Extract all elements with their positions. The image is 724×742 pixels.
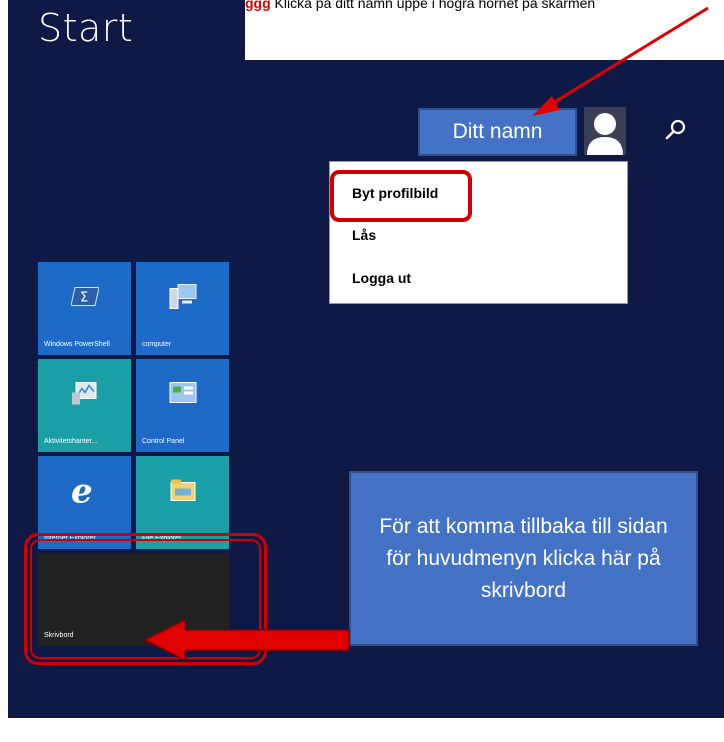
- instruction-callout-text: För att komma tillbaka till sidan för hu…: [379, 514, 668, 602]
- tile-powershell[interactable]: Σ Windows PowerShell: [38, 262, 131, 355]
- tile-label: Aktivitetshanter...: [44, 438, 98, 445]
- tile-label: computer: [142, 341, 172, 348]
- change-picture-highlight: [330, 170, 472, 222]
- menu-item-logout[interactable]: Logga ut: [352, 270, 411, 286]
- menu-item-lock[interactable]: Lås: [352, 227, 376, 243]
- search-icon[interactable]: [663, 117, 689, 143]
- tile-control-panel[interactable]: Control Panel: [136, 359, 229, 452]
- task-manager-icon: [70, 381, 100, 412]
- user-avatar-icon[interactable]: [584, 107, 626, 155]
- instruction-callout: För att komma tillbaka till sidan för hu…: [349, 471, 698, 646]
- page-title: Start: [38, 6, 134, 50]
- tile-computer[interactable]: computer: [136, 262, 229, 355]
- powershell-icon: Σ: [69, 286, 100, 313]
- annotation-top-rest: Klicka på ditt namn uppe i högra hörnet …: [274, 0, 596, 11]
- tile-task-manager[interactable]: Aktivitetshanter...: [38, 359, 131, 452]
- file-explorer-icon: [168, 477, 198, 510]
- desktop-highlight-inner: [30, 539, 261, 659]
- control-panel-icon: [168, 381, 198, 412]
- computer-icon: [168, 283, 198, 316]
- svg-text:e: e: [71, 474, 93, 508]
- tile-label: Control Panel: [142, 438, 185, 445]
- annotation-top-red: ggg: [245, 0, 271, 11]
- svg-text:Σ: Σ: [80, 291, 88, 306]
- internet-explorer-icon: e: [68, 472, 102, 513]
- user-name-button[interactable]: Ditt namn: [418, 108, 577, 156]
- tile-label: Windows PowerShell: [44, 341, 110, 348]
- annotation-top-text: ggg Klicka på ditt namn uppe i högra hör…: [245, 0, 724, 12]
